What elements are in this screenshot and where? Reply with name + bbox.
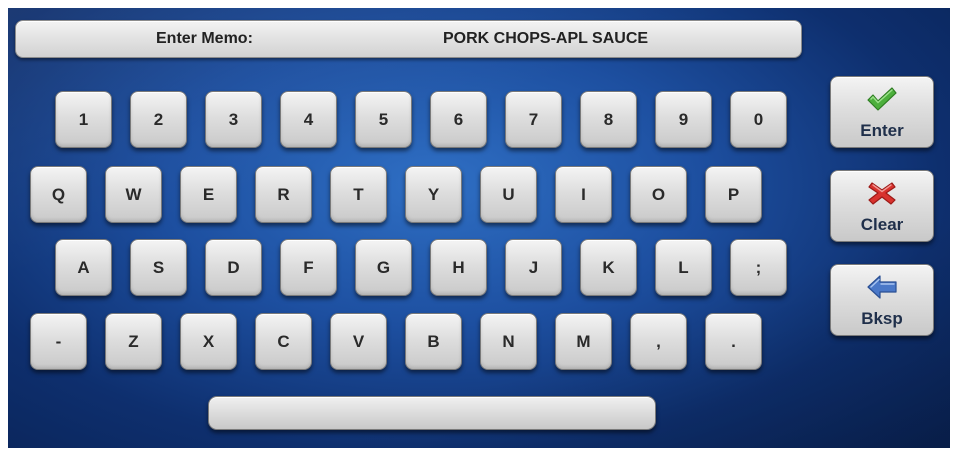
key-label: R xyxy=(277,184,290,204)
key-o[interactable]: O xyxy=(630,166,687,223)
memo-display: Enter Memo: PORK CHOPS-APL SAUCE xyxy=(15,20,802,58)
key-label: 1 xyxy=(78,109,89,129)
key-a[interactable]: A xyxy=(55,239,112,296)
key-label: C xyxy=(277,331,290,351)
key-y[interactable]: Y xyxy=(405,166,462,223)
key-n[interactable]: N xyxy=(480,313,537,370)
backspace-label: Bksp xyxy=(861,309,903,328)
key-i[interactable]: I xyxy=(555,166,612,223)
key-7[interactable]: 7 xyxy=(505,91,562,148)
key-label: . xyxy=(731,331,736,351)
key-k[interactable]: K xyxy=(580,239,637,296)
key-label: U xyxy=(502,184,515,204)
enter-label: Enter xyxy=(860,121,904,140)
key-label: B xyxy=(427,331,440,351)
key-b[interactable]: B xyxy=(405,313,462,370)
left-arrow-icon xyxy=(867,275,897,299)
key-9[interactable]: 9 xyxy=(655,91,712,148)
key-e[interactable]: E xyxy=(180,166,237,223)
key-label: , xyxy=(656,331,661,351)
key-label: Y xyxy=(427,184,440,204)
key-v[interactable]: V xyxy=(330,313,387,370)
key-label: 6 xyxy=(453,109,464,129)
key-hyphen[interactable]: - xyxy=(30,313,87,370)
key-t[interactable]: T xyxy=(330,166,387,223)
key-label: M xyxy=(576,331,591,351)
key-label: N xyxy=(502,331,515,351)
key-r[interactable]: R xyxy=(255,166,312,223)
key-6[interactable]: 6 xyxy=(430,91,487,148)
key-label: 9 xyxy=(678,109,689,129)
key-label: A xyxy=(77,257,90,277)
key-d[interactable]: D xyxy=(205,239,262,296)
key-label: - xyxy=(55,331,62,351)
checkmark-icon xyxy=(867,87,897,111)
key-label: P xyxy=(727,184,740,204)
space-bar[interactable] xyxy=(208,396,656,430)
clear-button[interactable]: Clear xyxy=(830,170,934,242)
key-q[interactable]: Q xyxy=(30,166,87,223)
key-label: J xyxy=(528,257,539,277)
key-label: G xyxy=(376,257,391,277)
key-label: 4 xyxy=(303,109,314,129)
key-label: L xyxy=(678,257,689,277)
key-l[interactable]: L xyxy=(655,239,712,296)
key-label: K xyxy=(602,257,615,277)
keyboard-screen: Enter Memo: PORK CHOPS-APL SAUCE 1 2 3 4… xyxy=(8,8,950,448)
key-1[interactable]: 1 xyxy=(55,91,112,148)
key-8[interactable]: 8 xyxy=(580,91,637,148)
key-label: H xyxy=(452,257,465,277)
key-label: Q xyxy=(51,184,66,204)
key-h[interactable]: H xyxy=(430,239,487,296)
enter-button[interactable]: Enter xyxy=(830,76,934,148)
clear-label: Clear xyxy=(860,215,904,234)
key-label: X xyxy=(202,331,215,351)
key-label: 8 xyxy=(603,109,614,129)
key-x[interactable]: X xyxy=(180,313,237,370)
key-5[interactable]: 5 xyxy=(355,91,412,148)
key-label: ; xyxy=(755,257,762,277)
key-4[interactable]: 4 xyxy=(280,91,337,148)
key-m[interactable]: M xyxy=(555,313,612,370)
memo-label: Enter Memo: xyxy=(156,30,253,47)
key-label: 0 xyxy=(753,109,764,129)
key-label: 7 xyxy=(528,109,539,129)
key-label: E xyxy=(202,184,215,204)
key-label: T xyxy=(353,184,364,204)
key-label: S xyxy=(152,257,165,277)
key-comma[interactable]: , xyxy=(630,313,687,370)
key-g[interactable]: G xyxy=(355,239,412,296)
key-c[interactable]: C xyxy=(255,313,312,370)
key-z[interactable]: Z xyxy=(105,313,162,370)
key-label: 5 xyxy=(378,109,389,129)
key-f[interactable]: F xyxy=(280,239,337,296)
key-2[interactable]: 2 xyxy=(130,91,187,148)
key-label: O xyxy=(651,184,666,204)
key-label: W xyxy=(125,184,142,204)
key-3[interactable]: 3 xyxy=(205,91,262,148)
key-0[interactable]: 0 xyxy=(730,91,787,148)
memo-value: PORK CHOPS-APL SAUCE xyxy=(443,30,649,47)
key-semicolon[interactable]: ; xyxy=(730,239,787,296)
key-s[interactable]: S xyxy=(130,239,187,296)
key-label: 2 xyxy=(153,109,164,129)
key-u[interactable]: U xyxy=(480,166,537,223)
key-label: 3 xyxy=(228,109,239,129)
key-period[interactable]: . xyxy=(705,313,762,370)
key-label: F xyxy=(303,257,314,277)
key-w[interactable]: W xyxy=(105,166,162,223)
key-p[interactable]: P xyxy=(705,166,762,223)
key-j[interactable]: J xyxy=(505,239,562,296)
key-label: Z xyxy=(128,331,139,351)
key-label: V xyxy=(352,331,365,351)
x-icon xyxy=(868,182,896,205)
key-label: I xyxy=(581,184,586,204)
key-label: D xyxy=(227,257,240,277)
backspace-button[interactable]: Bksp xyxy=(830,264,934,336)
